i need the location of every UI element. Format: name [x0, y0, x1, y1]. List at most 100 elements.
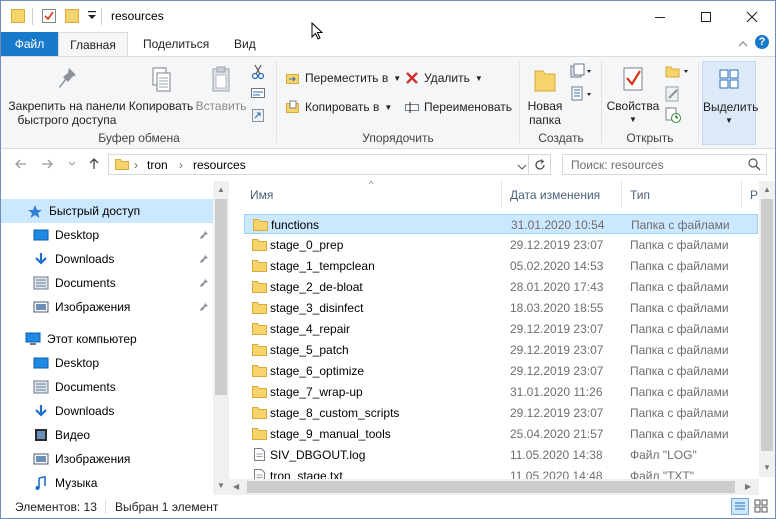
scroll-up-icon[interactable]: ▲	[217, 185, 225, 194]
move-to-icon	[286, 74, 299, 84]
new-item-icon[interactable]	[569, 63, 593, 82]
pin-icon[interactable]	[199, 229, 209, 243]
select-button[interactable]: Выделить ▼	[702, 61, 758, 145]
pin-icon[interactable]	[199, 277, 209, 291]
search-input[interactable]: Поиск: resources	[571, 158, 664, 172]
close-button[interactable]	[729, 1, 775, 32]
scroll-down-icon[interactable]: ▼	[217, 481, 225, 490]
file-row[interactable]: stage_0_prep 29.12.2019 23:07 Папка с файл…	[244, 235, 758, 255]
chevron-down-icon: ▼	[474, 73, 483, 83]
pin-icon[interactable]	[199, 301, 209, 315]
pin-icon[interactable]	[199, 253, 209, 267]
scrollbar-thumb[interactable]	[761, 199, 773, 451]
nav-quick-access[interactable]: Быстрый доступ	[1, 199, 213, 223]
file-row[interactable]: stage_6_optimize 29.12.2019 23:07 Папка с …	[244, 361, 758, 381]
scroll-left-icon[interactable]: ◀	[233, 482, 239, 491]
window-title: resources	[111, 9, 164, 23]
column-size[interactable]: Р	[750, 188, 758, 202]
file-type: Папка с файлами	[630, 238, 729, 252]
column-type[interactable]: Тип	[630, 188, 650, 202]
tab-file[interactable]: Файл	[1, 32, 58, 56]
file-row[interactable]: stage_1_tempclean 05.02.2020 14:53 Папка с…	[244, 256, 758, 276]
up-icon[interactable]	[87, 157, 101, 174]
nav-item-videos[interactable]: Видео	[1, 423, 211, 447]
search-box[interactable]: Поиск: resources	[562, 154, 767, 175]
breadcrumb-tron[interactable]: tron	[147, 158, 168, 172]
list-vertical-scrollbar[interactable]: ▲ ▼	[759, 181, 775, 477]
copy-path-icon[interactable]	[251, 87, 265, 102]
file-row[interactable]: SIV_DBGOUT.log 11.05.2020 14:38 Файл "LOG"	[244, 445, 758, 465]
easy-access-icon[interactable]	[569, 86, 593, 105]
help-icon[interactable]: ?	[755, 35, 769, 49]
column-date[interactable]: Дата изменения	[510, 188, 600, 202]
nav-item-pictures[interactable]: Изображения	[1, 447, 211, 471]
open-icon[interactable]	[665, 63, 691, 82]
large-icons-view-button[interactable]	[753, 498, 771, 515]
file-name: stage_7_wrap-up	[270, 385, 363, 399]
file-row[interactable]: stage_4_repair 29.12.2019 23:07 Папка с фа…	[244, 319, 758, 339]
scrollbar-thumb[interactable]	[247, 481, 735, 493]
file-row[interactable]: stage_9_manual_tools 25.04.2020 21:57 Папк…	[244, 424, 758, 444]
column-divider	[501, 181, 502, 207]
new-folder-icon	[532, 65, 558, 95]
forward-icon[interactable]	[40, 157, 54, 174]
new-folder-button[interactable]: Новая папка	[523, 65, 567, 127]
nav-item-desktop[interactable]: Desktop	[1, 351, 211, 375]
back-icon[interactable]	[14, 157, 28, 174]
move-to-button[interactable]: Переместить в ▼	[286, 71, 401, 85]
file-row[interactable]: stage_2_de-bloat 28.01.2020 17:43 Папка с …	[244, 277, 758, 297]
copy-button[interactable]: Копировать	[127, 65, 195, 113]
nav-item-desktop[interactable]: Desktop	[1, 223, 211, 247]
nav-item-music[interactable]: Музыка	[1, 471, 211, 495]
nav-this-pc[interactable]: Этот компьютер	[1, 327, 211, 351]
nav-item-downloads[interactable]: Downloads	[1, 399, 211, 423]
file-row[interactable]: stage_5_patch 29.12.2019 23:07 Папка с фай…	[244, 340, 758, 360]
folder-icon	[252, 301, 267, 314]
file-row[interactable]: functions 31.01.2020 10:54 Папка с файлами	[244, 214, 758, 234]
column-name[interactable]: Имя	[250, 188, 273, 202]
copy-to-button[interactable]: Копировать в ▼	[286, 100, 392, 114]
nav-item-documents[interactable]: Documents	[1, 271, 211, 295]
scroll-up-icon[interactable]: ▲	[763, 185, 771, 194]
properties-icon[interactable]	[42, 9, 56, 23]
rename-button[interactable]: Переименовать	[405, 100, 512, 114]
delete-button[interactable]: Удалить ▼	[405, 71, 483, 85]
tab-home[interactable]: Главная	[58, 32, 128, 56]
properties-button[interactable]: Свойства ▼	[605, 65, 661, 127]
new-folder-icon[interactable]	[65, 9, 79, 23]
address-history-icon[interactable]	[517, 160, 527, 174]
create-group-label: Создать	[538, 131, 584, 145]
tab-share[interactable]: Поделиться	[129, 32, 223, 56]
tab-view[interactable]: Вид	[220, 32, 270, 56]
edit-icon[interactable]	[665, 86, 681, 105]
scroll-right-icon[interactable]: ▶	[745, 482, 751, 491]
maximize-button[interactable]	[683, 1, 729, 32]
list-horizontal-scrollbar[interactable]: ◀ ▶	[229, 479, 759, 495]
nav-scrollbar[interactable]: ▲ ▼	[213, 181, 229, 495]
scroll-down-icon[interactable]: ▼	[763, 463, 771, 472]
nav-item-pictures[interactable]: Изображения	[1, 295, 211, 319]
minimize-button[interactable]	[637, 1, 683, 32]
recent-locations-icon[interactable]	[67, 158, 77, 172]
breadcrumb-resources[interactable]: resources	[193, 158, 246, 172]
cut-icon[interactable]	[251, 64, 265, 83]
customize-quick-access-icon[interactable]	[87, 8, 97, 25]
folder-icon	[252, 238, 267, 251]
scrollbar-thumb[interactable]	[215, 199, 227, 395]
details-view-button[interactable]	[731, 498, 749, 515]
paste-button[interactable]: Вставить	[195, 65, 247, 113]
refresh-button[interactable]	[529, 154, 551, 175]
copy-to-icon	[286, 100, 299, 113]
nav-item-documents[interactable]: Documents	[1, 375, 211, 399]
history-icon[interactable]	[665, 107, 681, 126]
new-folder-label-line2: папка	[529, 113, 561, 127]
file-row[interactable]: stage_8_custom_scripts 29.12.2019 23:07 Па…	[244, 403, 758, 423]
nav-label: Documents	[55, 380, 116, 394]
file-row[interactable]: stage_3_disinfect 18.03.2020 18:55 Папка с…	[244, 298, 758, 318]
pin-quick-access-button[interactable]: Закрепить на панели быстрого доступа	[7, 65, 127, 127]
collapse-ribbon-icon[interactable]	[737, 38, 749, 53]
file-row[interactable]: stage_7_wrap-up 31.01.2020 11:26 Папка с ф…	[244, 382, 758, 402]
address-bar[interactable]: › tron › resources	[108, 154, 529, 175]
nav-item-downloads[interactable]: Downloads	[1, 247, 211, 271]
paste-shortcut-icon[interactable]	[252, 108, 264, 125]
